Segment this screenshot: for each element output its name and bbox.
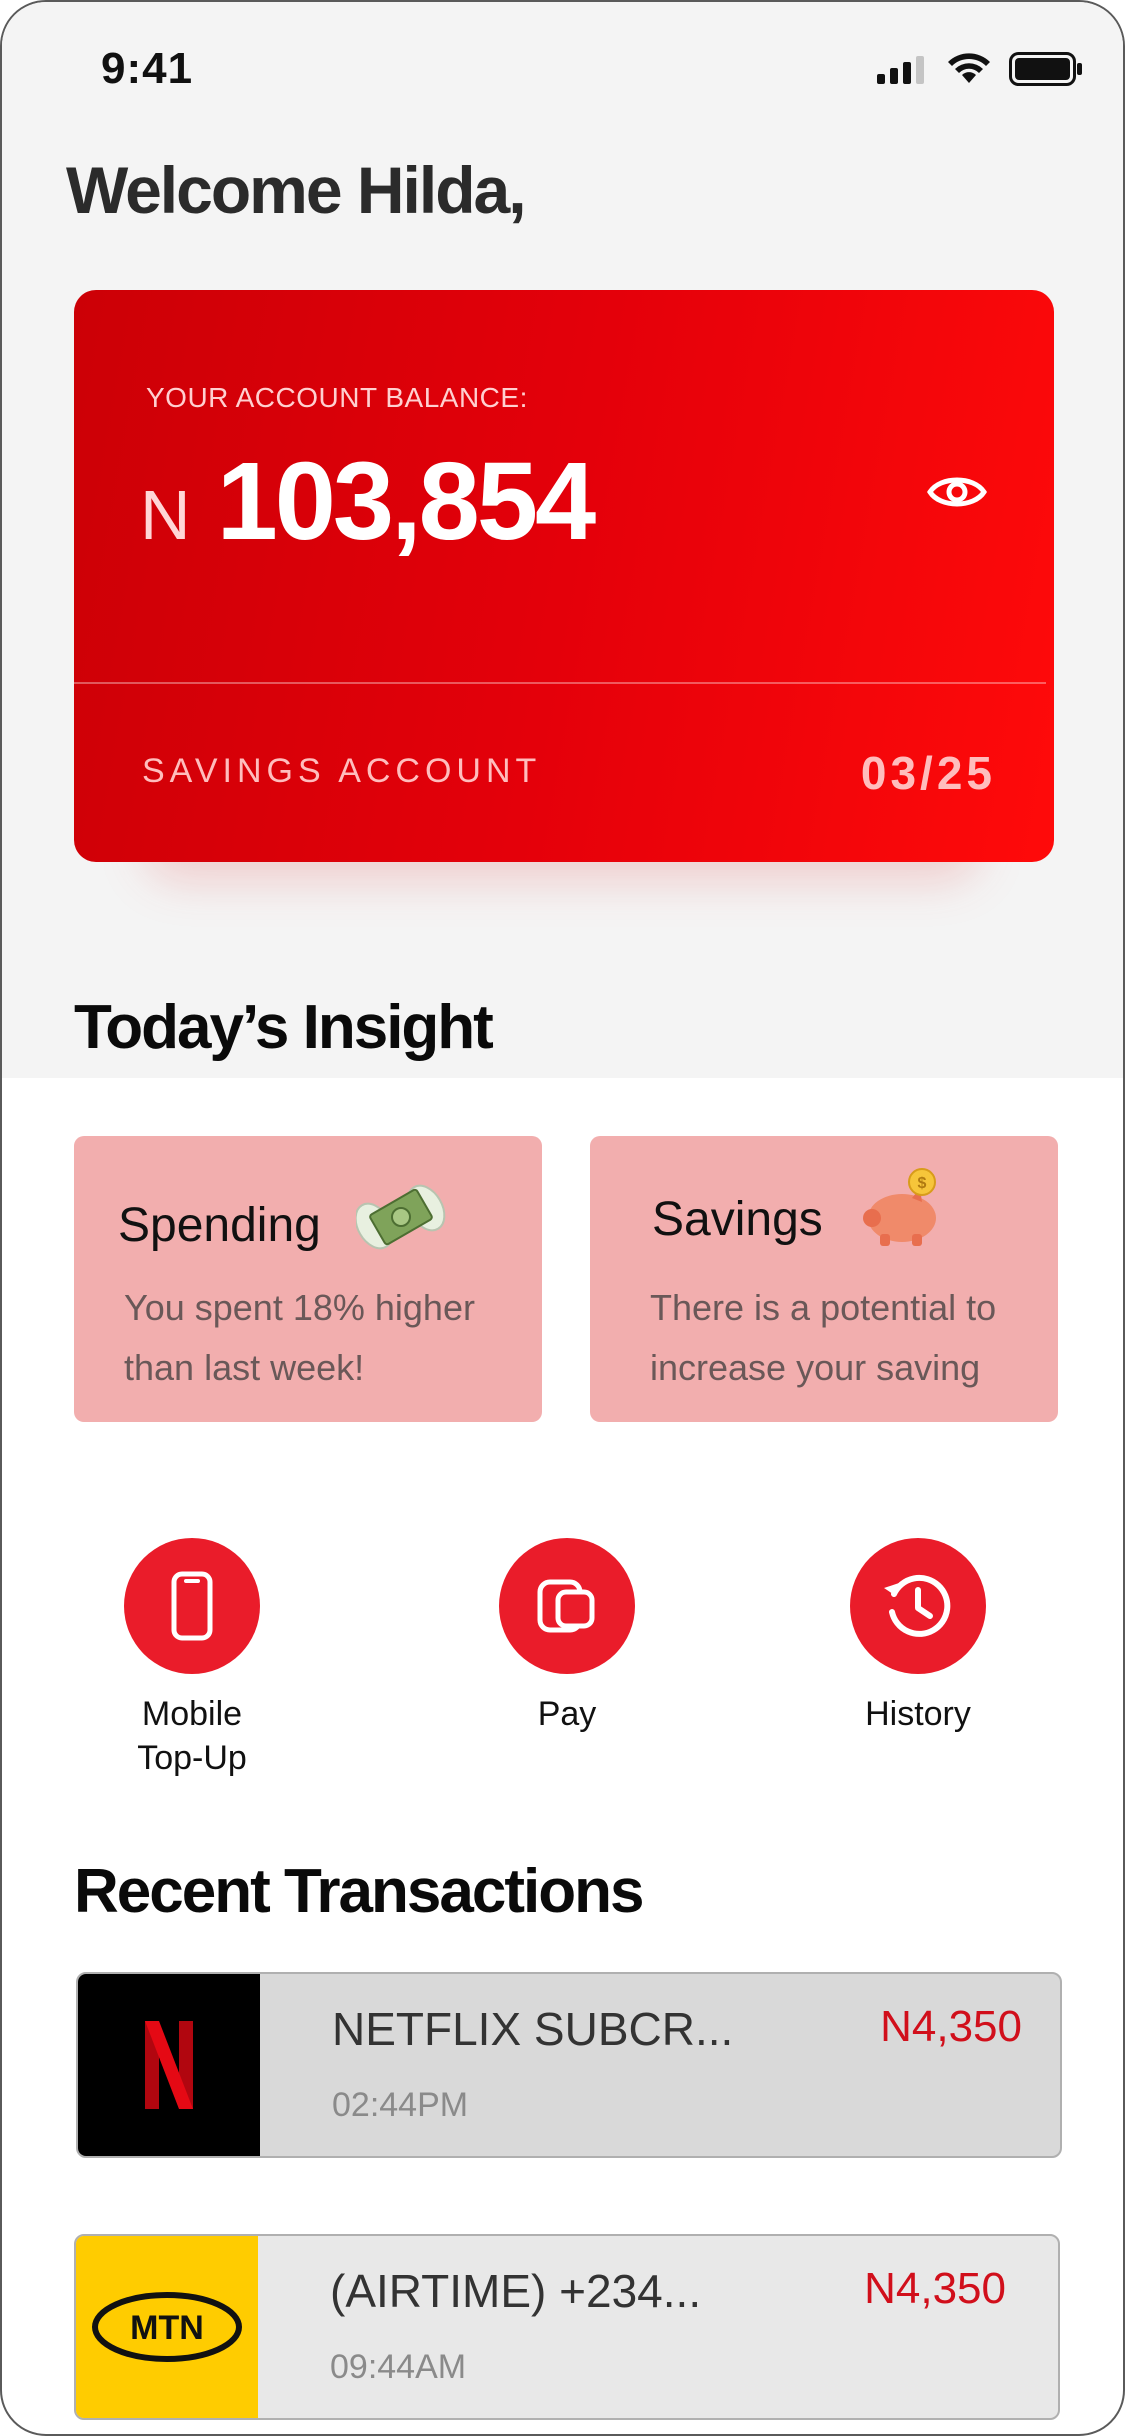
transaction-name: NETFLIX SUBCR...: [332, 2003, 734, 2055]
spending-insight-card[interactable]: Spending You spent 18% higher than last …: [74, 1136, 542, 1422]
battery-icon: [1009, 52, 1082, 86]
mobile-topup-label: Mobile Top-Up: [137, 1695, 247, 1777]
spending-title: Spending: [118, 1199, 321, 1252]
pay-label: Pay: [537, 1695, 597, 1733]
pay-cards-icon: [499, 1538, 635, 1674]
netflix-logo: [78, 1974, 260, 2156]
transaction-time: 02:44PM: [332, 2086, 469, 2124]
wifi-icon: [948, 53, 990, 83]
balance-label: YOUR ACCOUNT BALANCE:: [146, 382, 528, 413]
mobile-phone-icon: [124, 1538, 260, 1674]
transaction-row[interactable]: NETFLIX SUBCR... 02:44PM N4,350: [76, 1972, 1062, 2158]
history-button[interactable]: History: [818, 1538, 1018, 1736]
savings-text-line2: increase your saving: [650, 1347, 981, 1388]
money-wings-icon: [356, 1184, 446, 1250]
piggy-bank-icon: $: [863, 1168, 936, 1246]
spending-text-line2: than last week!: [124, 1347, 365, 1388]
signal-icon: [877, 56, 924, 84]
transaction-row[interactable]: MTN (AIRTIME) +234... 09:44AM N4,350: [74, 2234, 1060, 2420]
savings-text-line1: There is a potential to: [650, 1287, 997, 1328]
svg-text:$: $: [918, 1175, 927, 1192]
transaction-amount: N4,350: [880, 2002, 1022, 2051]
spending-text-line1: You spent 18% higher: [124, 1287, 475, 1328]
eye-icon[interactable]: [926, 470, 988, 519]
balance-amount: N 103,854: [140, 438, 597, 565]
mobile-topup-button[interactable]: Mobile Top-Up: [92, 1538, 292, 1780]
transaction-time: 09:44AM: [330, 2348, 467, 2386]
insight-heading: Today’s Insight: [74, 993, 494, 1062]
status-icons: [877, 52, 1083, 86]
currency-symbol: N: [140, 476, 191, 554]
mtn-logo-text: MTN: [130, 2309, 204, 2347]
card-divider: [74, 682, 1046, 684]
savings-title: Savings: [652, 1193, 823, 1246]
phone-frame: 9:41 Welcome Hilda, YOUR ACCOUNT BALANCE…: [0, 0, 1125, 2436]
account-type: SAVINGS ACCOUNT: [142, 752, 542, 790]
transaction-amount: N4,350: [864, 2264, 1006, 2313]
recent-transactions-heading: Recent Transactions: [74, 1857, 644, 1926]
status-time: 9:41: [101, 44, 194, 93]
card-expiry: 03/25: [860, 747, 996, 799]
savings-insight-card[interactable]: Savings $ There is a potential to increa…: [590, 1136, 1058, 1422]
mtn-logo: MTN: [76, 2236, 258, 2418]
history-label: History: [865, 1695, 971, 1733]
balance-value: 103,854: [216, 440, 597, 563]
balance-card[interactable]: YOUR ACCOUNT BALANCE: N 103,854 SAVINGS …: [74, 290, 1054, 862]
transaction-name: (AIRTIME) +234...: [330, 2265, 702, 2317]
history-clock-icon: [850, 1538, 986, 1674]
pay-button[interactable]: Pay: [467, 1538, 667, 1736]
welcome-heading: Welcome Hilda,: [66, 153, 527, 227]
